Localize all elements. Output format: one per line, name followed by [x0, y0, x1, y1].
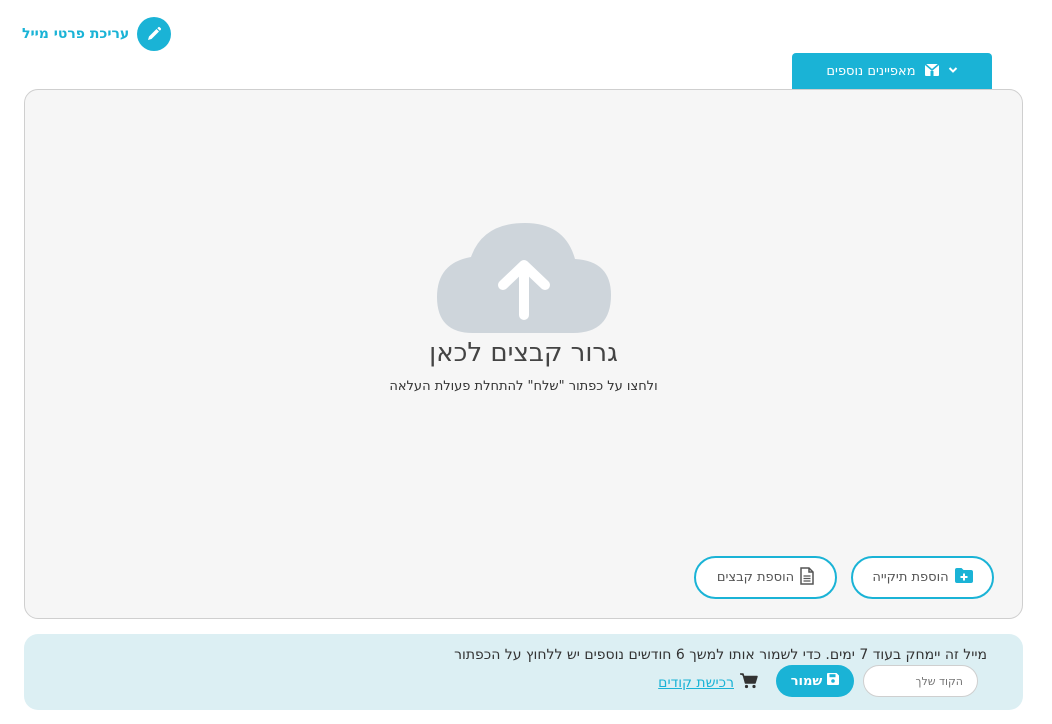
file-dropzone[interactable]: גרור קבצים לכאן ולחצו על כפתור "שלח" להת…	[24, 89, 1023, 619]
code-input[interactable]	[863, 665, 978, 697]
add-folder-button[interactable]: הוספת תיקייה	[851, 556, 994, 599]
more-features-label: מאפיינים נוספים	[826, 64, 916, 79]
add-files-label: הוספת קבצים	[716, 570, 795, 585]
buy-codes-link[interactable]: רכישת קודים	[658, 673, 758, 693]
add-files-button[interactable]: הוספת קבצים	[694, 556, 837, 599]
edit-email-details-label: עריכת פרטי מייל	[22, 26, 130, 42]
floppy-disk-icon	[827, 673, 840, 689]
add-folder-label: הוספת תיקייה	[872, 570, 949, 585]
dropzone-title: גרור קבצים לכאן	[429, 338, 618, 368]
more-features-tab[interactable]: מאפיינים נוספים	[792, 53, 992, 90]
expiry-notice: מייל זה יימחק בעוד 7 ימים. כדי לשמור אות…	[24, 634, 1023, 710]
buy-codes-label: רכישת קודים	[658, 675, 734, 691]
save-button[interactable]: שמור	[776, 665, 854, 697]
shopping-cart-icon	[740, 673, 758, 693]
pencil-icon[interactable]	[137, 17, 172, 51]
edit-email-details[interactable]: עריכת פרטי מייל	[22, 17, 172, 51]
chevron-down-icon	[948, 64, 958, 79]
cloud-upload-icon	[437, 223, 611, 333]
folder-plus-icon	[954, 568, 973, 587]
save-label: שמור	[790, 673, 823, 689]
file-icon	[800, 566, 814, 589]
features-box-icon	[924, 62, 940, 82]
expiry-notice-text: מייל זה יימחק בעוד 7 ימים. כדי לשמור אות…	[454, 647, 987, 663]
dropzone-subtitle: ולחצו על כפתור "שלח" להתחלת פעולת העלאה	[389, 379, 658, 394]
